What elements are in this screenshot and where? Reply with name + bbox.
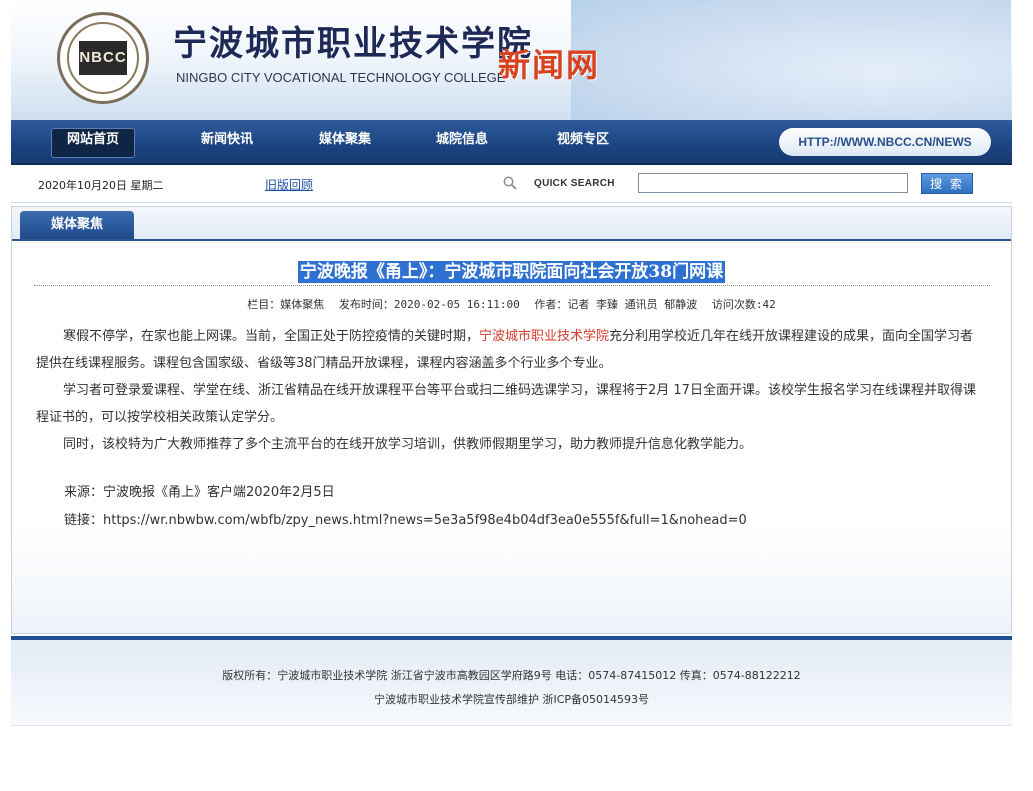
- nav-item-news[interactable]: 新闻快讯: [183, 128, 271, 158]
- site-url-badge[interactable]: HTTP://WWW.NBCC.CN/NEWS: [779, 128, 991, 156]
- school-name-en: NINGBO CITY VOCATIONAL TECHNOLOGY COLLEG…: [176, 70, 506, 85]
- search-icon: [503, 175, 517, 190]
- old-version-link[interactable]: 旧版回顾: [265, 176, 313, 193]
- article-meta: 栏目：媒体聚焦 发布时间：2020-02-05 16:11:00 作者：记者 李…: [12, 296, 1011, 312]
- info-bar: 2020年10月20日 星期二 旧版回顾 QUICK SEARCH 搜 索: [11, 165, 1012, 203]
- article-body: 寒假不停学，在家也能上网课。当前，全国正处于防控疫情的关键时期，宁波城市职业技术…: [36, 323, 986, 458]
- banner-background: [571, 0, 1011, 120]
- content-panel: 媒体聚焦 宁波晚报《甬上》：宁波城市职院面向社会开放38门网课 栏目：媒体聚焦 …: [11, 206, 1012, 634]
- main-nav: 网站首页 新闻快讯 媒体聚集 城院信息 视频专区 HTTP://WWW.NBCC…: [11, 120, 1012, 165]
- footer-icp: 宁波城市职业技术学院宣传部维护 浙ICP备05014593号: [373, 693, 650, 706]
- article-title: 宁波晚报《甬上》：宁波城市职院面向社会开放38门网课: [297, 261, 726, 283]
- current-date: 2020年10月20日 星期二: [38, 179, 164, 192]
- tab-media-focus[interactable]: 媒体聚焦: [20, 211, 134, 239]
- school-name-cn: 宁波城市职业技术学院: [173, 24, 533, 64]
- header-banner: NBCC 宁波城市职业技术学院 NINGBO CITY VOCATIONAL T…: [11, 0, 1012, 120]
- meta-author: 作者：记者 李臻 通讯员 郁静波: [534, 298, 698, 311]
- footer-copyright: 版权所有：宁波城市职业技术学院 浙江省宁波市高教园区学府路9号 电话：0574-…: [222, 669, 801, 682]
- nav-item-info[interactable]: 城院信息: [418, 128, 506, 158]
- search-button[interactable]: 搜 索: [921, 173, 973, 194]
- logo-mark: NBCC: [79, 41, 127, 75]
- site-name: 新闻网: [498, 46, 601, 84]
- article-source: 来源：宁波晚报《甬上》客户端2020年2月5日: [64, 485, 335, 500]
- meta-column: 栏目：媒体聚焦: [247, 298, 325, 311]
- p1-text-before: 寒假不停学，在家也能上网课。当前，全国正处于防控疫情的关键时期，: [63, 329, 480, 344]
- meta-published: 发布时间：2020-02-05 16:11:00: [338, 298, 520, 311]
- paragraph-1: 寒假不停学，在家也能上网课。当前，全国正处于防控疫情的关键时期，宁波城市职业技术…: [36, 323, 986, 377]
- meta-views: 访问次数:42: [711, 298, 776, 311]
- panel-tabbar: 媒体聚焦: [12, 207, 1011, 241]
- article-link[interactable]: 链接：https://wr.nbwbw.com/wbfb/zpy_news.ht…: [64, 509, 747, 528]
- p1-highlight: 宁波城市职业技术学院: [479, 329, 610, 344]
- college-logo[interactable]: NBCC: [57, 12, 149, 104]
- search-input[interactable]: [638, 173, 908, 193]
- nav-item-video[interactable]: 视频专区: [539, 128, 627, 158]
- paragraph-3: 同时，该校特为广大教师推荐了多个主流平台的在线开放学习培训，供教师假期里学习，助…: [63, 437, 753, 452]
- nav-item-media[interactable]: 媒体聚集: [301, 128, 389, 158]
- quick-search-label: QUICK SEARCH: [534, 178, 615, 189]
- paragraph-2: 学习者可登录爱课程、学堂在线、浙江省精品在线开放课程平台等平台或扫二维码选课学习…: [36, 383, 976, 425]
- nav-item-home[interactable]: 网站首页: [51, 128, 135, 158]
- title-divider: [34, 285, 990, 286]
- article-title-wrap: 宁波晚报《甬上》：宁波城市职院面向社会开放38门网课: [12, 257, 1011, 283]
- page-footer: 版权所有：宁波城市职业技术学院 浙江省宁波市高教园区学府路9号 电话：0574-…: [11, 640, 1012, 726]
